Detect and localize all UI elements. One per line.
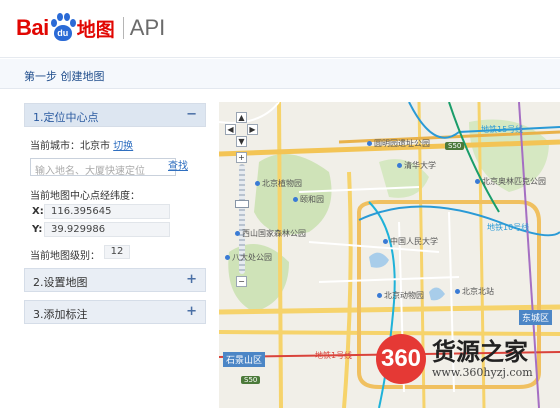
zoom-slider-handle[interactable]: [235, 200, 249, 208]
district-label: 东城区: [519, 310, 553, 325]
zoom-in-button[interactable]: +: [236, 152, 247, 163]
metro-label: 地铁10号线: [487, 223, 530, 232]
poi-label[interactable]: 北京动物园: [377, 290, 424, 301]
logo-ditu-text: 地图: [76, 18, 115, 41]
metro-label: 地铁1号线: [315, 351, 353, 360]
zoom-out-button[interactable]: −: [236, 276, 247, 287]
current-city-text: 当前城市：北京市: [30, 141, 110, 152]
pan-down-button[interactable]: ▼: [236, 136, 247, 147]
y-coord-key: Y:: [32, 224, 43, 235]
poi-label[interactable]: 北京北站: [455, 286, 494, 297]
logo-divider: [122, 17, 124, 39]
section-set-map-title: 2.设置地图: [33, 276, 88, 289]
current-city-label: 当前城市：北京市 切换: [30, 137, 133, 152]
step-title: 第一步 创建地图: [24, 70, 105, 83]
watermark: 360 货源之家 www.360hyzj.com: [370, 330, 560, 390]
expand-icon[interactable]: +: [186, 304, 197, 319]
x-coord-key: X:: [32, 206, 44, 217]
pan-left-button[interactable]: ◀: [225, 124, 236, 135]
logo-api-text: API: [129, 15, 166, 40]
y-coord-value: 39.929986: [44, 222, 170, 237]
baidu-map-api-logo[interactable]: Bai du 地图 API: [16, 8, 165, 48]
poi-label[interactable]: 中国人民大学: [383, 236, 438, 247]
poi-label[interactable]: 八大处公园: [225, 252, 272, 263]
page: Bai du 地图 API 第一步 创建地图 1.定位中心点 − 当前城市：北京…: [0, 0, 560, 408]
section-set-map[interactable]: 2.设置地图 +: [24, 268, 206, 292]
watermark-url: www.360hyzj.com: [432, 366, 533, 379]
district-label: 石景山区: [223, 352, 266, 367]
road-sign: S50: [241, 376, 261, 384]
collapse-icon[interactable]: −: [186, 107, 197, 122]
paw-icon: du: [50, 13, 76, 43]
watermark-logo: 360: [376, 334, 426, 384]
section-locate-center[interactable]: 1.定位中心点 −: [24, 103, 206, 127]
pan-up-button[interactable]: ▲: [236, 112, 247, 123]
center-coords-label: 当前地图中心点经纬度：: [30, 191, 140, 202]
zoom-level-value: 12: [104, 245, 130, 259]
section-add-marker[interactable]: 3.添加标注 +: [24, 300, 206, 324]
section-add-marker-title: 3.添加标注: [33, 308, 88, 321]
watermark-text: 货源之家: [432, 338, 528, 366]
switch-city-link[interactable]: 切换: [113, 141, 133, 152]
poi-label[interactable]: 圆明园遗址公园: [367, 138, 430, 149]
road-sign: S50: [445, 142, 465, 150]
poi-label[interactable]: 北京奥林匹克公园: [475, 176, 546, 187]
poi-label[interactable]: 西山国家森林公园: [235, 228, 306, 239]
section-locate-center-title: 1.定位中心点: [33, 111, 99, 124]
pan-right-button[interactable]: ▶: [247, 124, 258, 135]
expand-icon[interactable]: +: [186, 272, 197, 287]
poi-label[interactable]: 北京植物园: [255, 178, 302, 189]
zoom-level-label: 当前地图级别：: [30, 251, 100, 262]
poi-label[interactable]: 清华大学: [397, 160, 436, 171]
location-search-input[interactable]: 输入地名、大厦快速定位: [30, 158, 176, 176]
site-header: Bai du 地图 API: [0, 0, 560, 58]
logo-bai-text: Bai: [16, 15, 49, 40]
logo-du-text: du: [57, 28, 69, 38]
search-button[interactable]: 查找: [164, 158, 192, 176]
config-panel: 1.定位中心点 − 当前城市：北京市 切换 输入地名、大厦快速定位 查找 当前地…: [24, 100, 206, 400]
poi-label[interactable]: 颐和园: [293, 194, 324, 205]
step-bar: 第一步 创建地图: [0, 59, 560, 89]
x-coord-value: 116.395645: [44, 204, 170, 219]
metro-label: 地铁15号线: [481, 125, 524, 134]
